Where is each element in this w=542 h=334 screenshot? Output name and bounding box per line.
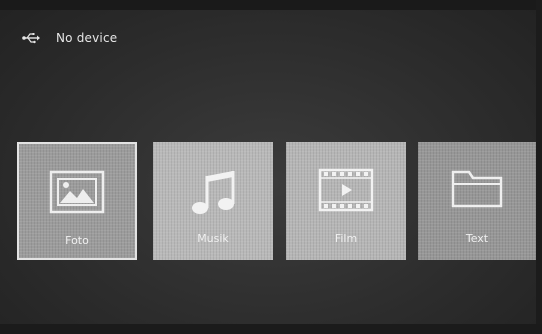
tile-musik-label: Musik bbox=[197, 232, 229, 245]
device-status-label: No device bbox=[56, 31, 118, 45]
bezel-bottom bbox=[0, 324, 542, 334]
photo-icon bbox=[49, 170, 105, 214]
device-status: No device bbox=[22, 30, 117, 46]
bezel-top bbox=[0, 0, 542, 10]
tile-foto-label: Foto bbox=[65, 234, 89, 247]
usb-icon bbox=[22, 33, 40, 44]
tile-text-label: Text bbox=[465, 232, 489, 245]
tile-text[interactable]: Text bbox=[418, 142, 536, 260]
tile-film-label: Film bbox=[334, 232, 358, 245]
tile-film[interactable]: Film bbox=[286, 142, 406, 260]
tile-musik[interactable]: Musik bbox=[153, 142, 273, 260]
bezel-right bbox=[536, 0, 542, 334]
music-icon bbox=[192, 171, 235, 214]
film-icon bbox=[318, 168, 374, 212]
tile-foto[interactable]: Foto bbox=[17, 142, 137, 260]
folder-icon bbox=[451, 170, 503, 208]
